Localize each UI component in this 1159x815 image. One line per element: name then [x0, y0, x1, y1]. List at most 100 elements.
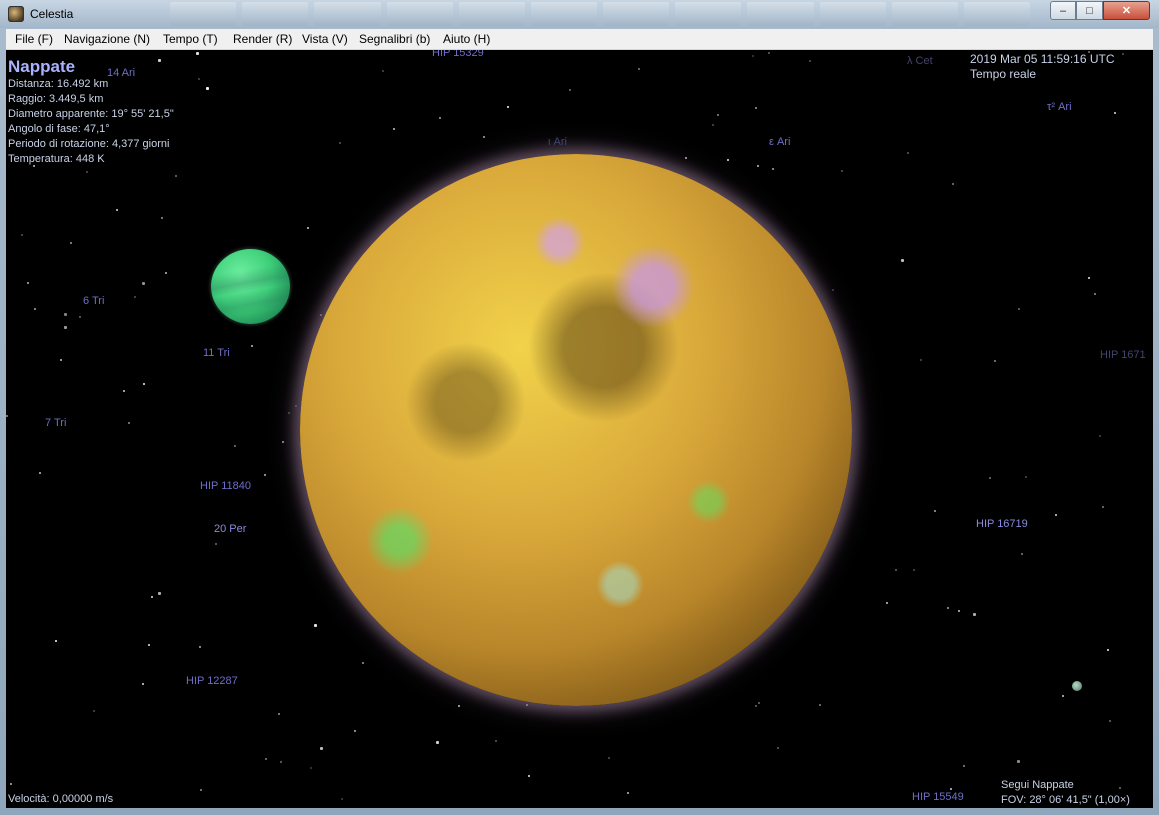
- star-dot: [685, 157, 687, 159]
- star-dot: [148, 644, 150, 646]
- star-dot: [934, 510, 936, 512]
- titlebar-background-thumbnails: [170, 2, 1031, 26]
- star-dot: [1062, 695, 1064, 697]
- star-dot: [64, 326, 67, 329]
- star-dot: [1094, 293, 1096, 295]
- object-phase-angle: Angolo di fase: 47,1°: [8, 123, 110, 135]
- star-dot: [128, 422, 130, 424]
- minimize-button[interactable]: –: [1050, 1, 1076, 20]
- star-dot: [142, 683, 144, 685]
- star-label[interactable]: HIP 12287: [186, 675, 238, 687]
- star-dot: [143, 383, 145, 385]
- star-dot: [1122, 53, 1124, 55]
- star-dot: [920, 359, 922, 361]
- star-dot: [34, 308, 36, 310]
- star-dot: [320, 314, 322, 316]
- star-dot: [436, 741, 439, 744]
- celestia-app-icon[interactable]: [8, 6, 24, 22]
- menu-vista[interactable]: Vista (V): [302, 32, 348, 46]
- star-label[interactable]: 6 Tri: [83, 295, 104, 307]
- menu-navigazione[interactable]: Navigazione (N): [64, 32, 150, 46]
- star-dot: [895, 569, 897, 571]
- star-label[interactable]: ι Ari: [548, 136, 567, 148]
- object-rotation-period: Periodo di rotazione: 4,377 giorni: [8, 138, 170, 150]
- star-dot: [196, 52, 199, 55]
- window-title: Celestia: [30, 7, 74, 21]
- star-label[interactable]: 7 Tri: [45, 417, 66, 429]
- star-dot: [1114, 112, 1116, 114]
- star-dot: [198, 78, 200, 80]
- star-dot: [757, 165, 759, 167]
- view-status-panel: Segui Nappate FOV: 28° 06' 41,5" (1,00×): [1001, 778, 1130, 808]
- star-dot: [158, 592, 161, 595]
- star-dot: [608, 757, 610, 759]
- star-dot: [528, 775, 530, 777]
- star-dot: [341, 798, 343, 800]
- star-dot: [175, 175, 177, 177]
- star-label[interactable]: HIP 11840: [200, 480, 251, 492]
- star-dot: [819, 704, 821, 706]
- menu-render[interactable]: Render (R): [233, 32, 292, 46]
- star-label[interactable]: HIP 16719: [976, 518, 1028, 530]
- object-name: Nappate: [8, 57, 76, 76]
- star-dot: [832, 289, 834, 291]
- star-dot: [264, 474, 266, 476]
- distant-moon[interactable]: [1072, 681, 1082, 691]
- star-label[interactable]: HIP 1671: [1100, 349, 1146, 361]
- star-dot: [1102, 506, 1104, 508]
- star-dot: [758, 702, 760, 704]
- star-dot: [27, 282, 29, 284]
- star-dot: [1099, 435, 1101, 437]
- star-dot: [772, 168, 774, 170]
- star-label[interactable]: λ Cet: [907, 55, 933, 67]
- star-label[interactable]: HIP 15329: [432, 50, 484, 59]
- star-dot: [727, 159, 729, 161]
- velocity-readout: Velocità: 0,00000 m/s: [8, 793, 114, 805]
- time-mode: Tempo reale: [970, 67, 1037, 81]
- title-bar[interactable]: Celestia – □ ✕: [0, 0, 1159, 28]
- star-dot: [288, 412, 290, 414]
- object-info-panel: Nappate Distanza: 16.492 km Raggio: 3.44…: [8, 57, 174, 167]
- star-dot: [755, 705, 757, 707]
- star-dot: [777, 747, 779, 749]
- star-label[interactable]: 20 Per: [214, 523, 246, 535]
- maximize-button[interactable]: □: [1076, 1, 1103, 20]
- star-dot: [973, 613, 976, 616]
- star-dot: [958, 610, 960, 612]
- star-dot: [901, 259, 904, 262]
- menu-tempo[interactable]: Tempo (T): [163, 32, 218, 46]
- star-dot: [950, 788, 952, 790]
- star-dot: [39, 472, 41, 474]
- field-of-view: FOV: 28° 06' 41,5" (1,00×): [1001, 794, 1130, 806]
- green-moon[interactable]: [211, 249, 290, 324]
- star-dot: [712, 124, 714, 126]
- star-dot: [1021, 553, 1023, 555]
- menu-bar: File (F) Navigazione (N) Tempo (T) Rende…: [6, 29, 1153, 50]
- star-dot: [151, 596, 153, 598]
- star-dot: [314, 624, 317, 627]
- space-view[interactable]: 14 Ari HIP 15329 λ Cet τ² Ari ι Ari ε Ar…: [6, 50, 1153, 808]
- time-panel: 2019 Mar 05 11:59:16 UTC Tempo reale: [970, 52, 1115, 82]
- star-dot: [307, 227, 309, 229]
- star-dot: [134, 296, 136, 298]
- star-dot: [393, 128, 395, 130]
- close-button[interactable]: ✕: [1103, 1, 1150, 20]
- star-dot: [282, 441, 284, 443]
- star-dot: [1025, 476, 1027, 478]
- star-dot: [70, 242, 72, 244]
- star-dot: [362, 662, 364, 664]
- star-dot: [1018, 308, 1020, 310]
- star-dot: [320, 747, 323, 750]
- star-dot: [809, 60, 811, 62]
- star-label[interactable]: τ² Ari: [1047, 101, 1072, 113]
- star-label[interactable]: HIP 15549: [912, 791, 964, 803]
- menu-segnalibri[interactable]: Segnalibri (b): [359, 32, 430, 46]
- star-dot: [638, 68, 640, 70]
- star-dot: [569, 89, 571, 91]
- star-label[interactable]: 11 Tri: [203, 347, 230, 359]
- menu-file[interactable]: File (F): [15, 32, 53, 46]
- star-label[interactable]: ε Ari: [769, 136, 790, 148]
- planet-nappate[interactable]: [300, 154, 852, 706]
- minimize-icon: –: [1059, 4, 1067, 17]
- menu-aiuto[interactable]: Aiuto (H): [443, 32, 490, 46]
